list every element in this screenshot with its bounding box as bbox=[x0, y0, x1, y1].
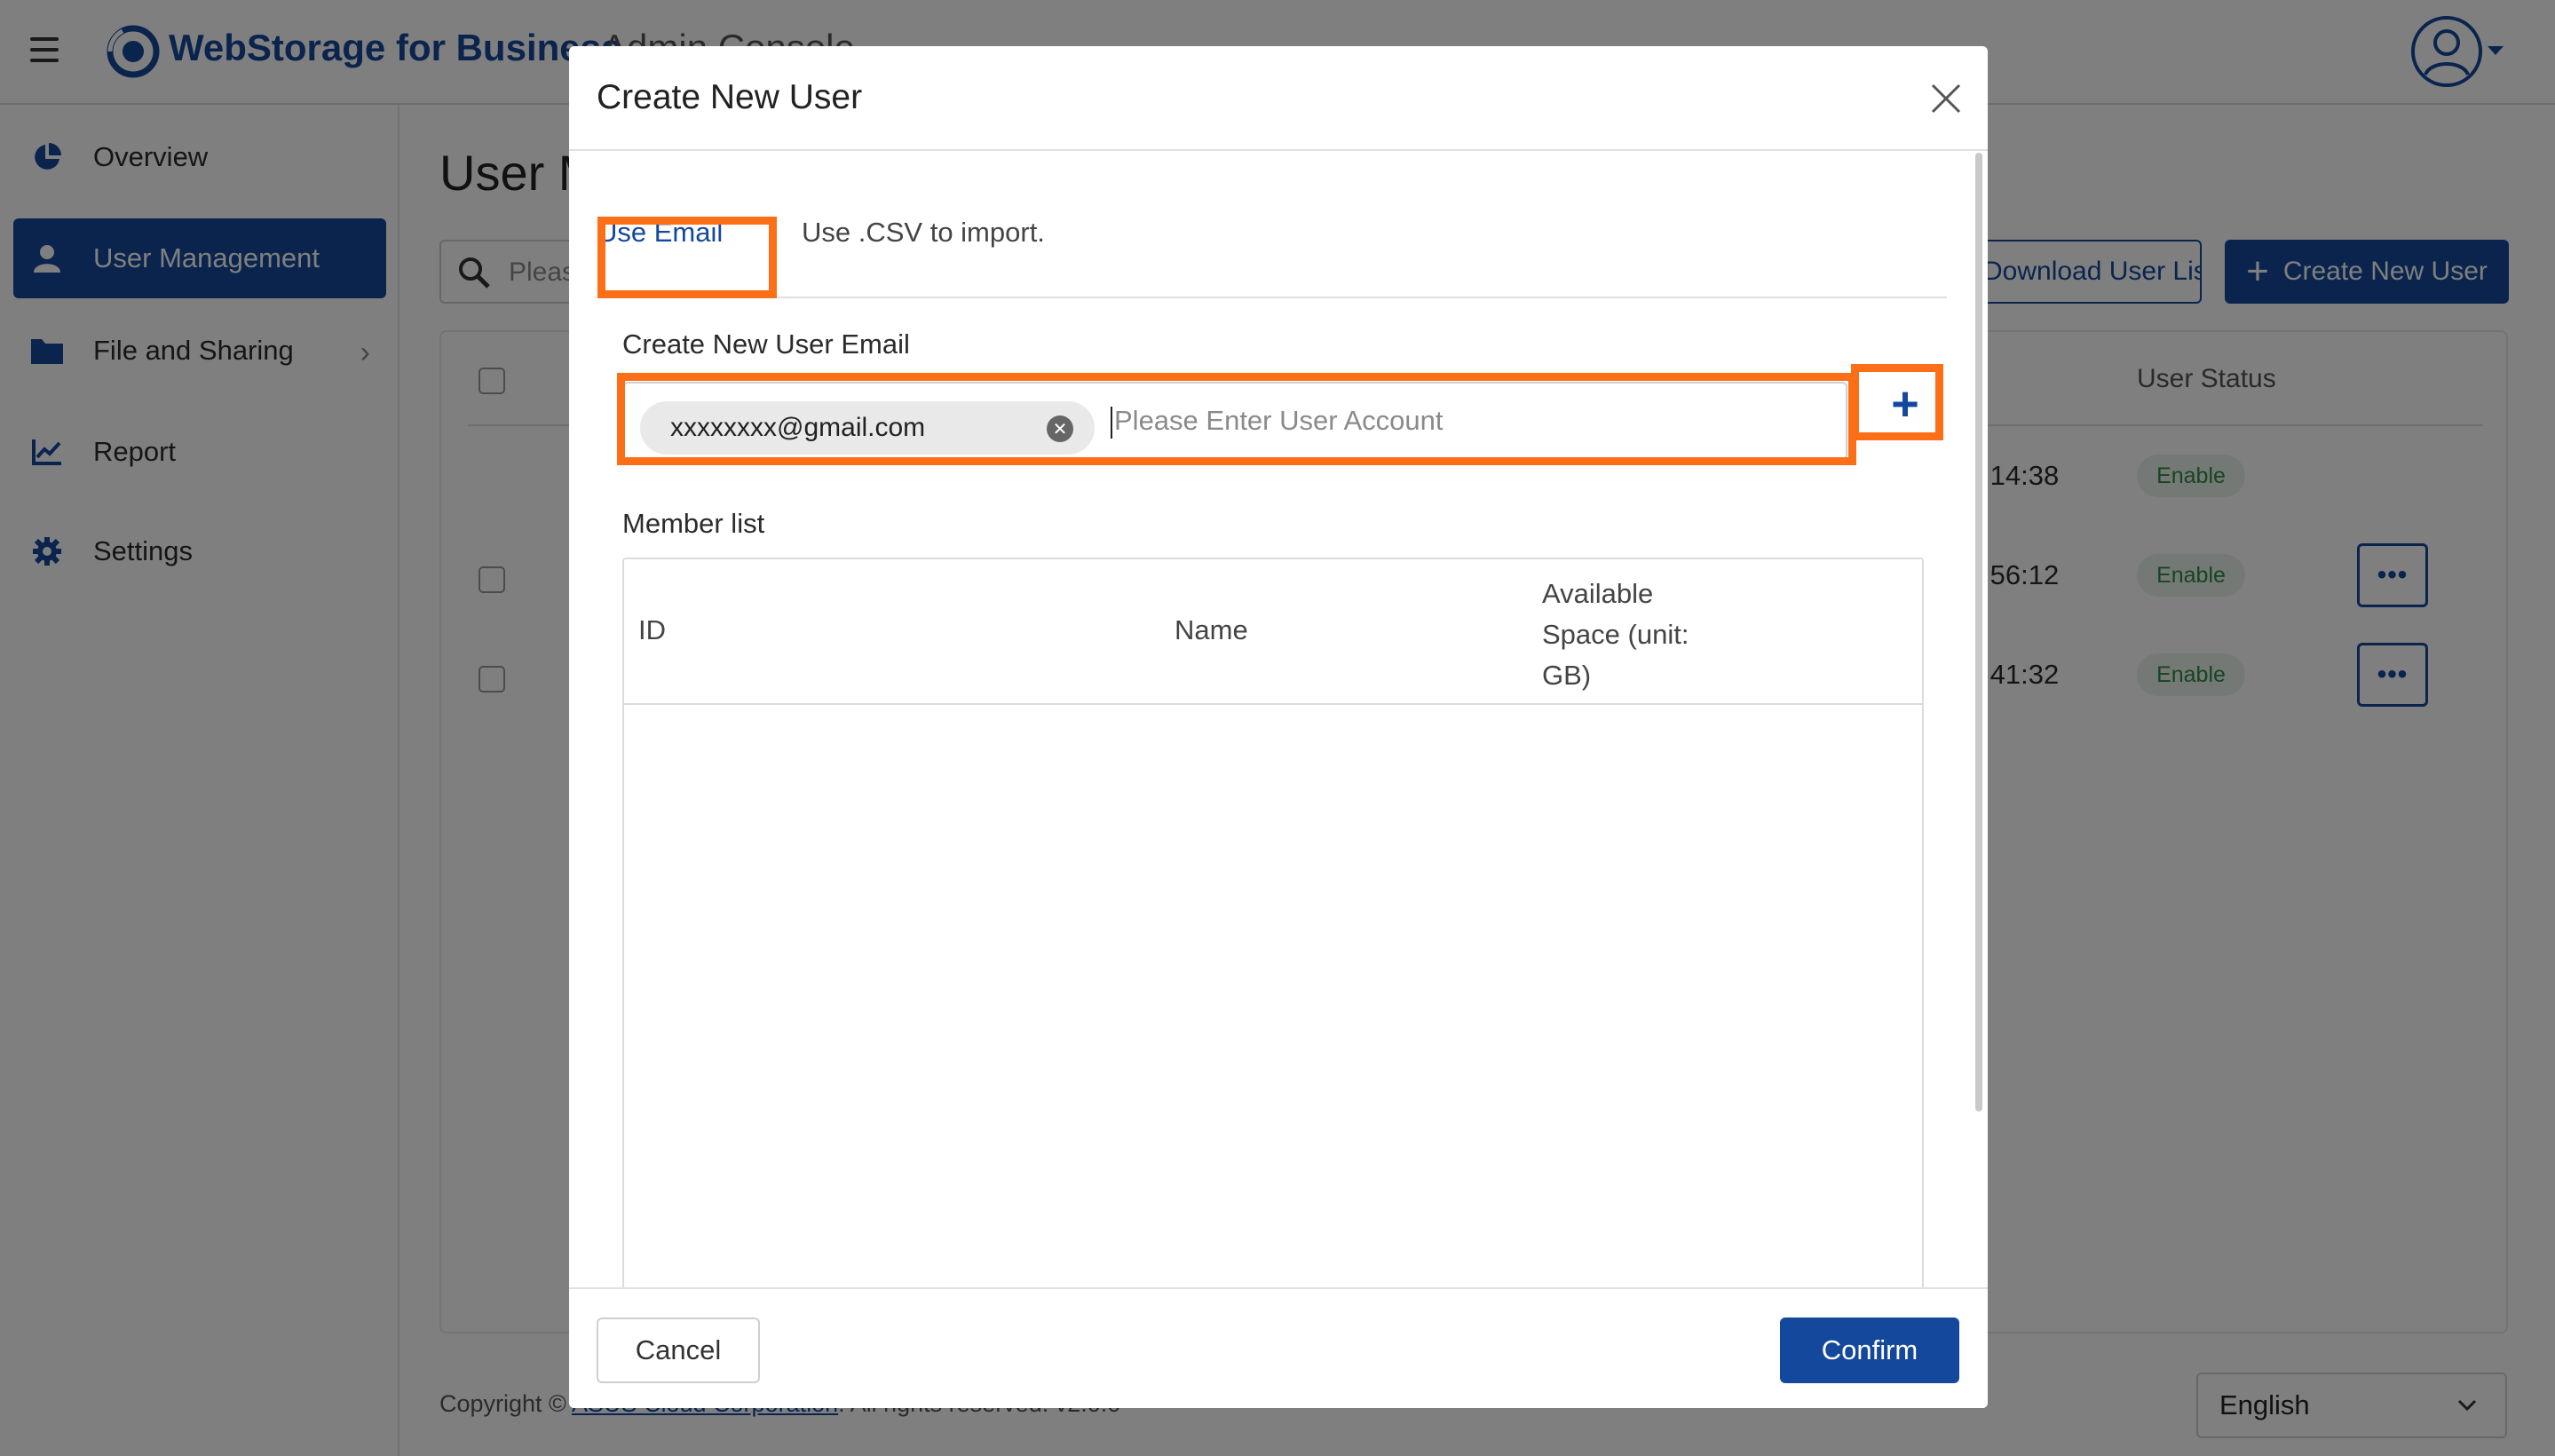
highlight-box-add-button bbox=[1851, 364, 1943, 440]
dialog-body: Use Email Use .CSV to import. Create New… bbox=[569, 153, 1988, 1333]
column-header-id: ID bbox=[638, 614, 666, 645]
confirm-button[interactable]: Confirm bbox=[1780, 1318, 1959, 1383]
close-icon[interactable] bbox=[1927, 80, 1965, 117]
tab-use-csv[interactable]: Use .CSV to import. bbox=[802, 217, 1045, 249]
highlight-box-email-field bbox=[617, 373, 1856, 465]
member-list-table: ID Name Available Space (unit: GB) bbox=[622, 558, 1924, 1333]
column-header-available-space: Available Space (unit: GB) bbox=[1542, 578, 1689, 691]
dialog-header: Create New User bbox=[569, 46, 1988, 151]
dialog-title: Create New User bbox=[597, 78, 863, 116]
create-new-user-dialog: Create New User Use Email Use .CSV to im… bbox=[569, 46, 1988, 1408]
email-field-label: Create New User Email bbox=[622, 328, 910, 360]
member-table-header: ID Name Available Space (unit: GB) bbox=[624, 559, 1922, 705]
tabs-divider bbox=[597, 297, 1947, 298]
cancel-button[interactable]: Cancel bbox=[597, 1318, 760, 1383]
column-header-name: Name bbox=[1175, 614, 1248, 645]
member-list-label: Member list bbox=[622, 508, 765, 539]
dialog-footer: Cancel Confirm bbox=[569, 1287, 1988, 1408]
highlight-box-tab bbox=[597, 217, 777, 298]
